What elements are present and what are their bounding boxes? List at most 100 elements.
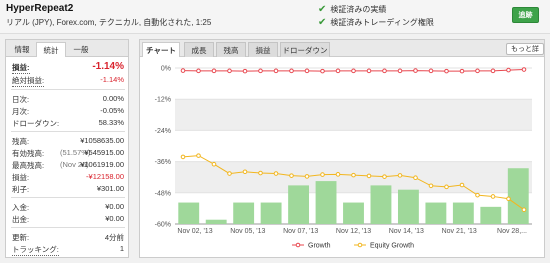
chart-bar [260, 202, 282, 224]
x-tick-label: Nov 21, '13 [442, 228, 477, 235]
chart-bar [480, 206, 502, 224]
stat-tracking-label[interactable]: トラッキング: [12, 244, 59, 256]
stat-tracking-value: 1 [119, 244, 124, 253]
series-point [242, 68, 248, 74]
stat-withdrawals-value: ¥0.00 [105, 214, 124, 223]
legend-label: Equity Growth [370, 243, 414, 250]
series-point [320, 172, 325, 177]
stat-equity-label: 有効残高: [12, 149, 45, 158]
stat-monthly-label: 月次: [12, 107, 30, 116]
stat-gain-label: 損益: [12, 63, 30, 74]
stat-deposits-value: ¥0.00 [105, 202, 124, 211]
series-point [273, 171, 279, 176]
chart-bar [343, 202, 364, 224]
stat-drawdown-label: ドローダウン: [12, 119, 60, 128]
stat-deposits: 入金: ¥0.00 [12, 202, 124, 213]
stat-highest: 最高残高: (Nov 26) ¥1061919.00 [12, 160, 124, 171]
stat-updated-value: 4分前 [104, 233, 124, 242]
x-tick-label: Nov 14, '13 [389, 228, 424, 235]
x-tick-label: Nov 02, '13 [177, 228, 212, 235]
series-point [227, 171, 232, 176]
y-tick-label: -60% [155, 222, 171, 229]
series-point [459, 182, 465, 188]
tab-profit[interactable]: 損益 [248, 42, 278, 57]
series-point [180, 154, 186, 160]
series-point [521, 207, 527, 212]
series-point [506, 196, 511, 202]
stat-interest: 利子: ¥301.00 [12, 184, 124, 195]
series-point [428, 183, 434, 189]
divider [11, 197, 125, 198]
system-subtitle: リアル (JPY), Forex.com, テクニカル, 自動化された, 1:2… [6, 18, 212, 27]
y-tick-label: -24% [155, 128, 171, 135]
chart-bar [205, 219, 227, 224]
stat-highest-label: 最高残高: [12, 161, 45, 170]
series-point [413, 68, 418, 73]
chart-bar [315, 181, 337, 224]
stat-interest-label: 利子: [12, 185, 30, 194]
chart-bar [425, 202, 447, 224]
series-point [196, 153, 201, 158]
more-details-button[interactable]: もっと詳 [506, 43, 544, 55]
x-axis: Nov 02, '13 Nov 05, '13 Nov 07, '13 Nov 12,… [177, 228, 527, 235]
series-point [351, 172, 356, 178]
tab-info[interactable]: 情報 [8, 42, 36, 57]
tab-stats[interactable]: 統計 [36, 42, 66, 57]
tab-general[interactable]: 一般 [66, 42, 96, 57]
chart-bar [397, 189, 419, 224]
stat-abs-gain-value: -1.14% [100, 75, 124, 84]
stat-updated: 更新: 4分前 [12, 232, 124, 243]
stats-panel: 情報 統計 一般 損益: -1.14% 絶対損益: -1.14% 日次: 0.0… [5, 39, 129, 258]
y-tick-label: -48% [155, 190, 171, 197]
stat-balance-label: 残高: [12, 137, 30, 146]
follow-button[interactable]: 追跡 [512, 7, 539, 23]
series-point [180, 68, 186, 73]
stats-tabs: 情報 統計 一般 [6, 40, 128, 57]
growth-chart: 0% -12% -24% -36% -48% -60% Nov 02, '13 Nov 05… [155, 66, 532, 250]
series-point [413, 175, 418, 181]
series-point [366, 68, 372, 74]
stat-daily-value: 0.00% [102, 94, 124, 103]
series-point [366, 173, 372, 179]
series-point [444, 184, 449, 190]
stat-daily-label: 日次: [12, 95, 30, 104]
account-header: HyperRepeat2 リアル (JPY), Forex.com, テクニカル… [0, 0, 550, 34]
stat-profit-value: -¥12158.00 [86, 172, 124, 181]
series-point [242, 169, 248, 175]
chart-panel: チャート 成長 残高 損益 ドローダウン もっと詳 0% -12% -24% -36%… [139, 39, 545, 258]
stat-tracking: トラッキング: 1 [12, 244, 124, 256]
series-point [459, 68, 465, 74]
tab-balance[interactable]: 残高 [216, 42, 246, 57]
series-point [382, 174, 387, 179]
y-tick-label: -12% [155, 97, 171, 104]
chart-panel-label: チャート [142, 42, 180, 57]
divider [11, 131, 125, 132]
series-point [506, 67, 511, 73]
stat-balance-value: ¥1058635.00 [80, 136, 124, 145]
y-tick-label: 0% [161, 66, 171, 73]
stat-abs-gain: 絶対損益: -1.14% [12, 75, 124, 87]
series-point [196, 68, 201, 74]
series-point [351, 68, 356, 74]
tab-growth[interactable]: 成長 [184, 42, 214, 57]
stat-equity: 有効残高: (51.57%) ¥545915.00 [12, 148, 124, 159]
series-point [490, 68, 496, 74]
verified-track-record: ✔ 検証済みの実績 [318, 4, 386, 15]
y-tick-label: -36% [155, 159, 171, 166]
series-point [397, 68, 403, 74]
series-point [273, 68, 279, 74]
series-point [227, 68, 232, 74]
stat-highest-value: ¥1061919.00 [80, 160, 124, 169]
verified-track-record-label: 検証済みの実績 [330, 5, 387, 14]
chart-bar [233, 202, 255, 224]
chart-bar [370, 185, 392, 224]
tab-drawdown[interactable]: ドローダウン [280, 42, 330, 57]
series-point [258, 170, 263, 176]
chart-bar [288, 185, 310, 224]
stat-updated-label: 更新: [12, 233, 30, 242]
stat-deposits-label: 入金: [12, 203, 30, 212]
stat-interest-value: ¥301.00 [96, 184, 124, 193]
legend-label: Growth [308, 243, 331, 250]
stat-gain-value: -1.14% [92, 61, 124, 72]
stat-withdrawals-label: 出金: [12, 215, 30, 224]
